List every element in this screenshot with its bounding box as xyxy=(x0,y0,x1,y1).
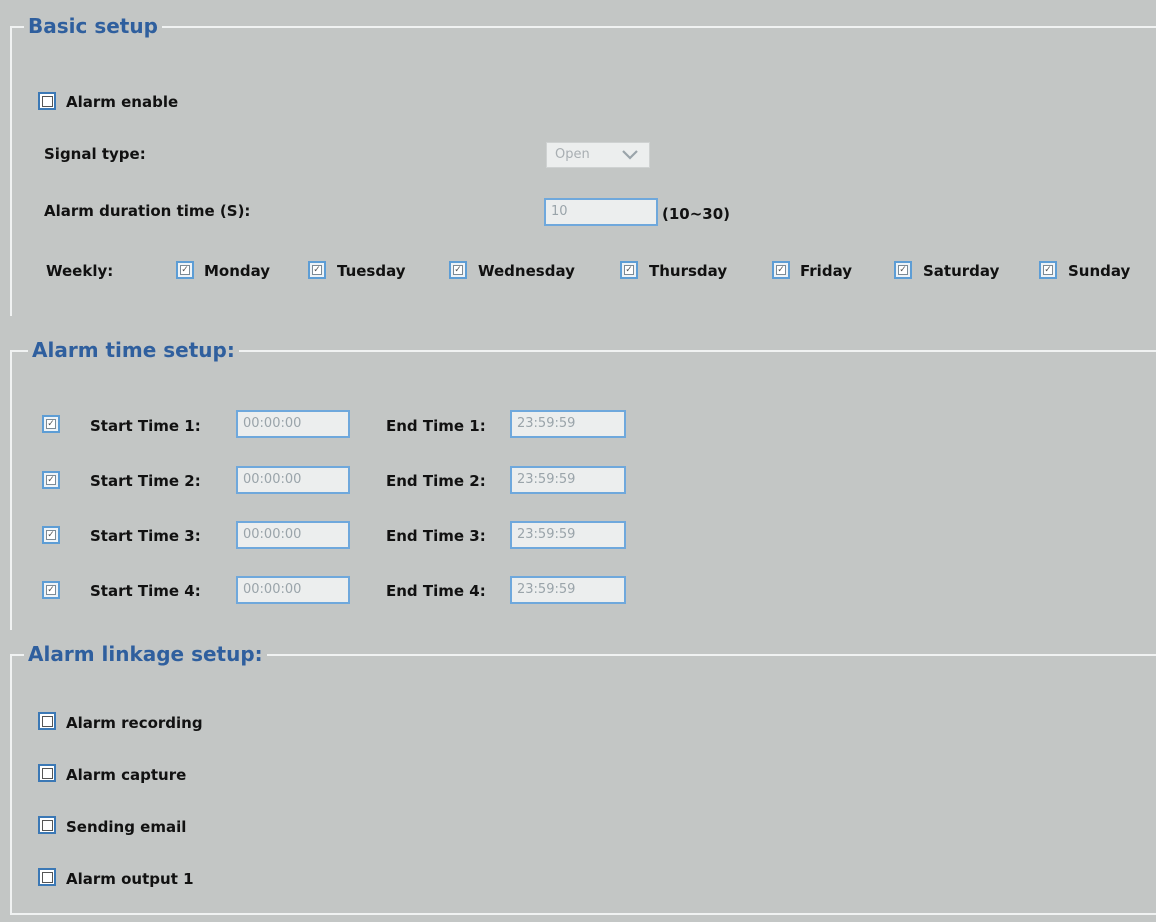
sending-email-label: Sending email xyxy=(66,818,187,836)
day-label-sunday: Sunday xyxy=(1068,262,1131,280)
start-time-4-checkbox[interactable]: ✓ xyxy=(42,581,60,599)
checkbox-tuesday[interactable]: ✓ xyxy=(308,261,326,279)
start-time-1-checkbox[interactable]: ✓ xyxy=(42,415,60,433)
checkbox-friday[interactable]: ✓ xyxy=(772,261,790,279)
alarm-duration-range: (10~30) xyxy=(662,205,731,223)
checkbox-wednesday[interactable]: ✓ xyxy=(449,261,467,279)
start-time-2-checkbox[interactable]: ✓ xyxy=(42,471,60,489)
day-label-saturday: Saturday xyxy=(923,262,1000,280)
start-time-3-input[interactable]: 00:00:00 xyxy=(236,521,350,549)
start-time-3-label: Start Time 3: xyxy=(90,527,201,545)
checkbox-saturday[interactable]: ✓ xyxy=(894,261,912,279)
alarm-capture-checkbox[interactable] xyxy=(38,764,56,782)
alarm-capture-label: Alarm capture xyxy=(66,766,187,784)
end-time-1-label: End Time 1: xyxy=(386,417,486,435)
end-time-2-input[interactable]: 23:59:59 xyxy=(510,466,626,494)
checkbox-thursday[interactable]: ✓ xyxy=(620,261,638,279)
alarm-enable-checkbox[interactable] xyxy=(38,92,56,110)
alarm-output-1-checkbox[interactable] xyxy=(38,868,56,886)
weekly-label: Weekly: xyxy=(46,262,114,280)
day-label-friday: Friday xyxy=(800,262,853,280)
alarm-duration-input[interactable]: 10 xyxy=(544,198,658,226)
start-time-4-input[interactable]: 00:00:00 xyxy=(236,576,350,604)
basic-setup-title: Basic setup xyxy=(24,14,162,38)
alarm-recording-checkbox[interactable] xyxy=(38,712,56,730)
day-label-tuesday: Tuesday xyxy=(337,262,406,280)
alarm-recording-label: Alarm recording xyxy=(66,714,203,732)
alarm-enable-label: Alarm enable xyxy=(66,93,179,111)
start-time-1-input[interactable]: 00:00:00 xyxy=(236,410,350,438)
start-time-2-input[interactable]: 00:00:00 xyxy=(236,466,350,494)
alarm-duration-label: Alarm duration time (S): xyxy=(44,202,251,220)
chevron-down-icon xyxy=(622,150,638,160)
fieldset-top-basic xyxy=(10,26,1156,28)
alarm-time-setup-title: Alarm time setup: xyxy=(28,338,239,362)
checkbox-sunday[interactable]: ✓ xyxy=(1039,261,1057,279)
fieldset-bottom-linkage xyxy=(10,913,1156,915)
start-time-3-checkbox[interactable]: ✓ xyxy=(42,526,60,544)
start-time-1-label: Start Time 1: xyxy=(90,417,201,435)
end-time-1-input[interactable]: 23:59:59 xyxy=(510,410,626,438)
end-time-4-input[interactable]: 23:59:59 xyxy=(510,576,626,604)
day-label-monday: Monday xyxy=(204,262,271,280)
alarm-linkage-setup-title: Alarm linkage setup: xyxy=(24,642,267,666)
signal-type-value: Open xyxy=(555,147,590,162)
day-label-wednesday: Wednesday xyxy=(478,262,575,280)
start-time-2-label: Start Time 2: xyxy=(90,472,201,490)
sending-email-checkbox[interactable] xyxy=(38,816,56,834)
alarm-output-1-label: Alarm output 1 xyxy=(66,870,194,888)
signal-type-label: Signal type: xyxy=(44,145,146,163)
fieldset-left-time xyxy=(10,350,12,630)
end-time-4-label: End Time 4: xyxy=(386,582,486,600)
fieldset-left-basic xyxy=(10,26,12,316)
day-label-thursday: Thursday xyxy=(649,262,728,280)
end-time-3-label: End Time 3: xyxy=(386,527,486,545)
end-time-3-input[interactable]: 23:59:59 xyxy=(510,521,626,549)
checkbox-monday[interactable]: ✓ xyxy=(176,261,194,279)
fieldset-left-linkage xyxy=(10,654,12,914)
end-time-2-label: End Time 2: xyxy=(386,472,486,490)
signal-type-select[interactable]: Open xyxy=(546,142,650,168)
start-time-4-label: Start Time 4: xyxy=(90,582,201,600)
